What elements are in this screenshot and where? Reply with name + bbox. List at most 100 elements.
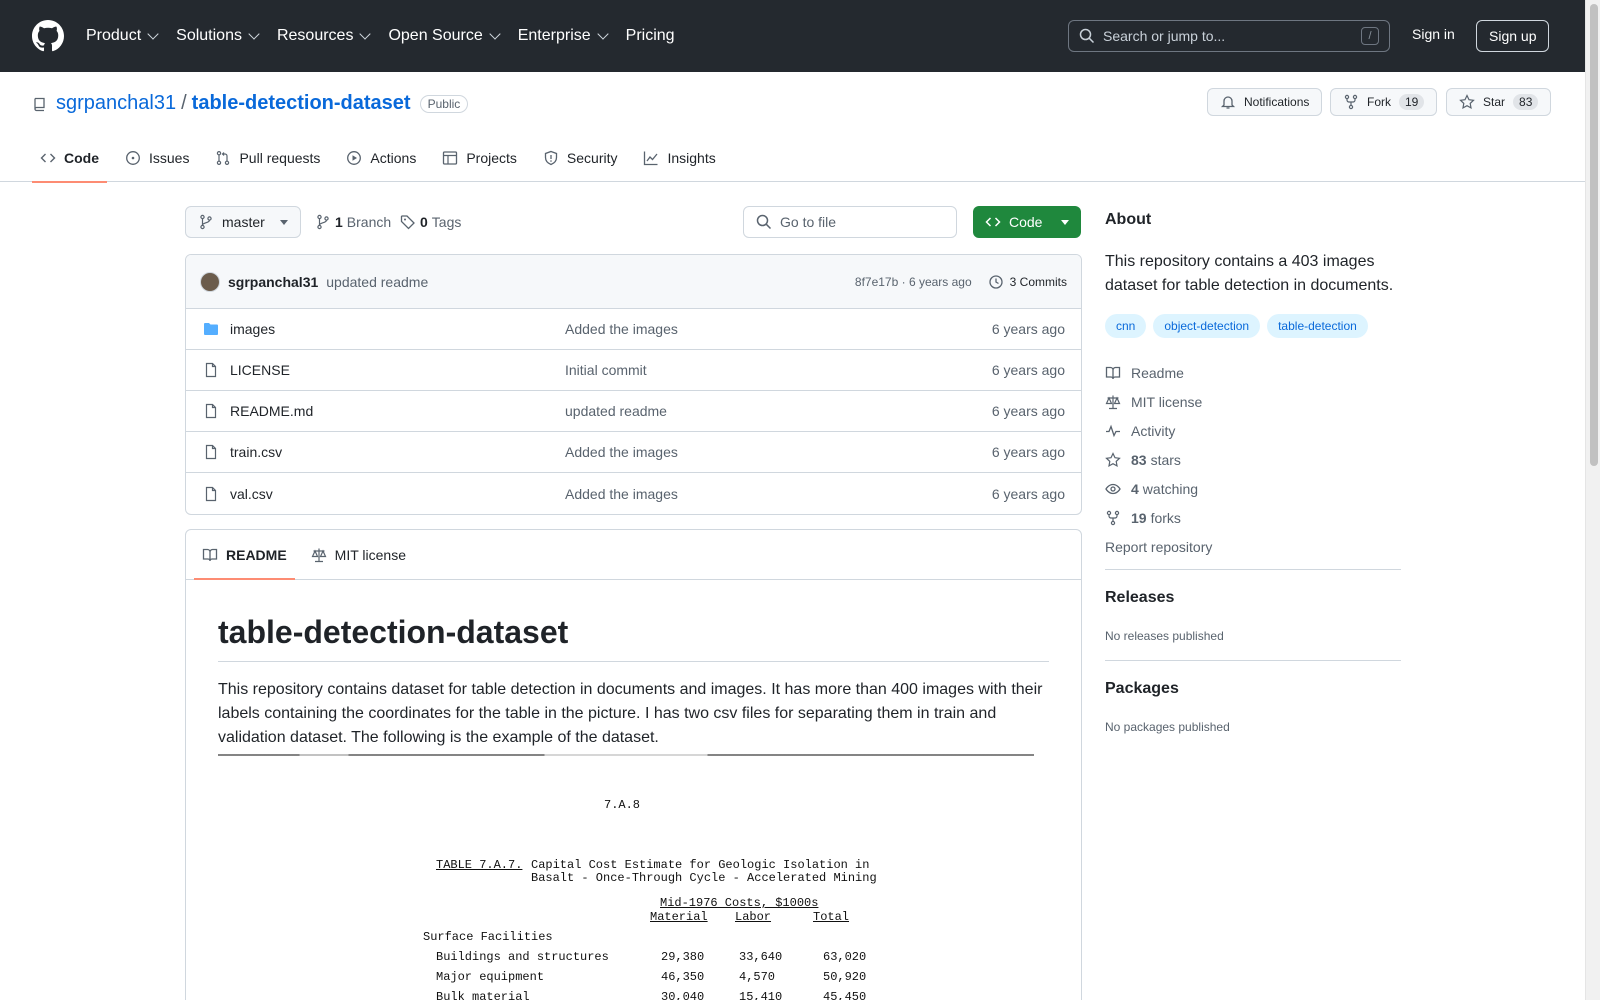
file-age: 6 years ago [991, 485, 1065, 502]
repo-owner-link[interactable]: sgrpanchal31 [56, 92, 176, 115]
star-button[interactable]: Star 83 [1446, 88, 1552, 116]
nav-resources[interactable]: Resources [276, 27, 372, 45]
commit-message[interactable]: updated readme [326, 274, 428, 290]
sign-in-link[interactable]: Sign in [1412, 26, 1455, 42]
readme-link[interactable]: Readme [1105, 358, 1212, 387]
tab-pull-requests[interactable]: Pull requests [207, 134, 328, 182]
watching-count: 4 [1131, 480, 1139, 497]
go-to-file-input[interactable]: Go to file [743, 206, 957, 238]
commit-meta[interactable]: 8f7e17b · 6 years ago [855, 275, 972, 289]
pull-request-icon [217, 151, 230, 165]
nav-solutions-label: Solutions [176, 27, 242, 44]
commits-count: 3 Commits [1009, 274, 1067, 289]
issue-icon [126, 151, 140, 165]
nav-enterprise[interactable]: Enterprise [518, 27, 609, 45]
file-row: train.csv Added the images 6 years ago [186, 432, 1081, 473]
commit-author[interactable]: sgrpanchal31 [228, 274, 318, 290]
branches-link[interactable]: 1 Branch [315, 206, 391, 238]
about-links: Readme MIT license Activity 83 stars 4 w… [1105, 358, 1212, 561]
avatar[interactable] [200, 271, 220, 292]
nav-resources-label: Resources [276, 27, 354, 44]
tab-security[interactable]: Security [535, 134, 626, 182]
scan-row-label: Bulk material [436, 990, 530, 1000]
forks-link[interactable]: 19 forks [1105, 503, 1212, 532]
tags-link[interactable]: 0 Tags [400, 206, 461, 238]
file-rows: images Added the images 6 years ago LICENSE… [186, 309, 1081, 514]
tab-insights[interactable]: Insights [635, 134, 723, 182]
file-name-link[interactable]: LICENSE [230, 362, 565, 378]
tag-word: Tags [431, 214, 462, 230]
stars-link[interactable]: 83 stars [1105, 445, 1212, 474]
code-dropdown-button[interactable]: Code [973, 206, 1081, 238]
tab-actions[interactable]: Actions [338, 134, 424, 182]
repo-header: sgrpanchal31 / table-detection-dataset P… [0, 72, 1585, 183]
search-icon [756, 214, 772, 230]
scan-top-rule [218, 754, 1034, 756]
topic-list: cnn object-detection table-detection [1105, 314, 1375, 338]
tag-count: 0 [420, 214, 428, 230]
sign-up-button[interactable]: Sign up [1476, 20, 1550, 52]
nav-product[interactable]: Product [86, 27, 159, 45]
readme-paragraph: This repository contains dataset for tab… [218, 681, 1043, 746]
tab-readme[interactable]: README [194, 530, 295, 580]
tab-issues[interactable]: Issues [117, 134, 197, 182]
file-commit-message[interactable]: Added the images [565, 486, 992, 502]
nav-solutions[interactable]: Solutions [176, 27, 260, 45]
search-input[interactable]: Search or jump to... / [1068, 20, 1390, 52]
file-commit-message[interactable]: Added the images [565, 321, 992, 337]
page-scrollbar[interactable] [1585, 0, 1600, 1000]
file-row: val.csv Added the images 6 years ago [186, 473, 1081, 514]
report-repository-link[interactable]: Report repository [1105, 532, 1212, 561]
go-to-file-placeholder: Go to file [780, 214, 837, 230]
notifications-button[interactable]: Notifications [1207, 88, 1323, 116]
branch-name: master [222, 214, 265, 230]
github-logo-icon[interactable] [32, 20, 64, 52]
repo-name-link[interactable]: table-detection-dataset [192, 92, 411, 115]
book-icon [202, 548, 218, 561]
tab-license-label: MIT license [334, 546, 406, 563]
topic-tag[interactable]: object-detection [1153, 314, 1261, 338]
file-age: 6 years ago [991, 403, 1065, 419]
file-name-link[interactable]: images [230, 321, 565, 337]
file-commit-message[interactable]: Initial commit [565, 362, 992, 378]
star-count: 83 [1513, 94, 1539, 110]
latest-commit-bar: sgrpanchal31 updated readme 8f7e17b · 6 … [186, 255, 1081, 309]
table-icon [443, 151, 458, 165]
scan-table-ref: TABLE 7.A.7. [436, 858, 523, 872]
tab-security-label: Security [566, 150, 618, 166]
file-name-link[interactable]: train.csv [230, 444, 565, 460]
tab-code[interactable]: Code [32, 134, 107, 183]
forks-count: 19 [1131, 509, 1147, 526]
tab-license[interactable]: MIT license [303, 530, 414, 579]
file-commit-message[interactable]: updated readme [565, 403, 992, 419]
activity-link[interactable]: Activity [1105, 416, 1212, 445]
file-name-link[interactable]: README.md [230, 403, 565, 419]
fork-button[interactable]: Fork 19 [1330, 88, 1438, 116]
law-icon [1105, 395, 1121, 409]
branch-word: Branch [346, 214, 392, 230]
file-commit-message[interactable]: Added the images [565, 444, 992, 460]
topic-tag[interactable]: cnn [1105, 314, 1147, 338]
license-link[interactable]: MIT license [1105, 387, 1212, 416]
tag-icon [400, 215, 415, 230]
tab-projects[interactable]: Projects [434, 134, 525, 182]
topic-tag[interactable]: table-detection [1267, 314, 1368, 338]
commits-link[interactable]: 3 Commits [988, 274, 1067, 290]
scan-row-labor: 4,570 [739, 970, 776, 984]
scan-caption-line-1: Capital Cost Estimate for Geologic Isola… [531, 858, 870, 872]
packages-heading[interactable]: Packages [1105, 680, 1179, 698]
watching-link[interactable]: 4 watching [1105, 474, 1212, 503]
scrollbar-thumb[interactable] [1590, 4, 1598, 466]
file-icon [205, 444, 217, 460]
branch-select-button[interactable]: master [185, 206, 301, 238]
releases-heading[interactable]: Releases [1105, 589, 1174, 607]
nav-pricing[interactable]: Pricing [626, 27, 675, 45]
nav-product-label: Product [86, 27, 142, 44]
scan-caption-line-2: Basalt - Once-Through Cycle - Accelerate… [531, 871, 877, 885]
search-icon [1079, 28, 1095, 44]
folder-icon [204, 323, 218, 335]
file-name-link[interactable]: val.csv [230, 486, 565, 502]
nav-open-source[interactable]: Open Source [388, 27, 501, 45]
star-icon [1459, 94, 1475, 110]
law-icon [311, 548, 327, 562]
